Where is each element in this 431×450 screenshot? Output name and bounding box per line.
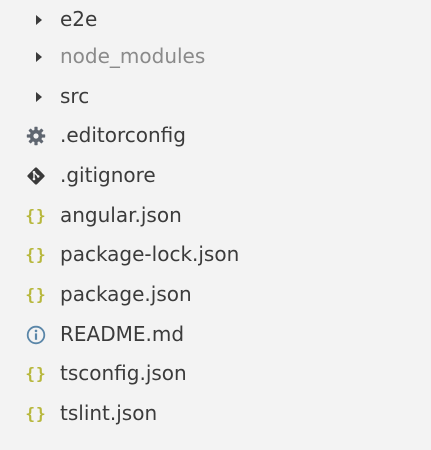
folder-row-node-modules[interactable]: node_modules — [0, 37, 431, 76]
chevron-right-icon[interactable] — [34, 13, 44, 27]
folder-row-src[interactable]: src — [0, 77, 431, 116]
gear-icon — [24, 124, 48, 148]
file-label-editorconfig: .editorconfig — [60, 123, 186, 147]
file-row-angular-json[interactable]: {} angular.json — [0, 196, 431, 235]
file-row-readme[interactable]: README.md — [0, 315, 431, 354]
file-row-tsconfig-json[interactable]: {} tsconfig.json — [0, 354, 431, 393]
json-braces-icon: {} — [25, 285, 47, 304]
json-braces-icon: {} — [25, 404, 47, 423]
file-label-angular-json: angular.json — [60, 203, 182, 227]
folder-label-src: src — [60, 84, 90, 108]
info-icon — [24, 323, 48, 347]
chevron-right-icon[interactable] — [34, 90, 44, 104]
file-row-editorconfig[interactable]: .editorconfig — [0, 116, 431, 155]
json-braces-icon: {} — [25, 206, 47, 225]
file-row-package-lock-json[interactable]: {} package-lock.json — [0, 235, 431, 274]
folder-row-e2e[interactable]: e2e — [0, 0, 431, 39]
file-label-tslint-json: tslint.json — [60, 401, 158, 425]
file-row-package-json[interactable]: {} package.json — [0, 275, 431, 314]
file-label-readme: README.md — [60, 322, 185, 346]
file-explorer-tree: e2e node_modules src .editorconfig .giti… — [0, 0, 431, 450]
json-braces-icon: {} — [25, 245, 47, 264]
json-braces-icon: {} — [25, 364, 47, 383]
folder-label-e2e: e2e — [60, 7, 98, 31]
git-icon — [24, 164, 48, 188]
folder-label-node-modules: node_modules — [60, 44, 206, 68]
file-label-package-lock-json: package-lock.json — [60, 242, 240, 266]
file-row-gitignore[interactable]: .gitignore — [0, 156, 431, 195]
file-row-tslint-json[interactable]: {} tslint.json — [0, 394, 431, 433]
chevron-right-icon[interactable] — [34, 50, 44, 64]
file-label-package-json: package.json — [60, 282, 192, 306]
file-label-gitignore: .gitignore — [60, 163, 156, 187]
file-label-tsconfig-json: tsconfig.json — [60, 361, 187, 385]
